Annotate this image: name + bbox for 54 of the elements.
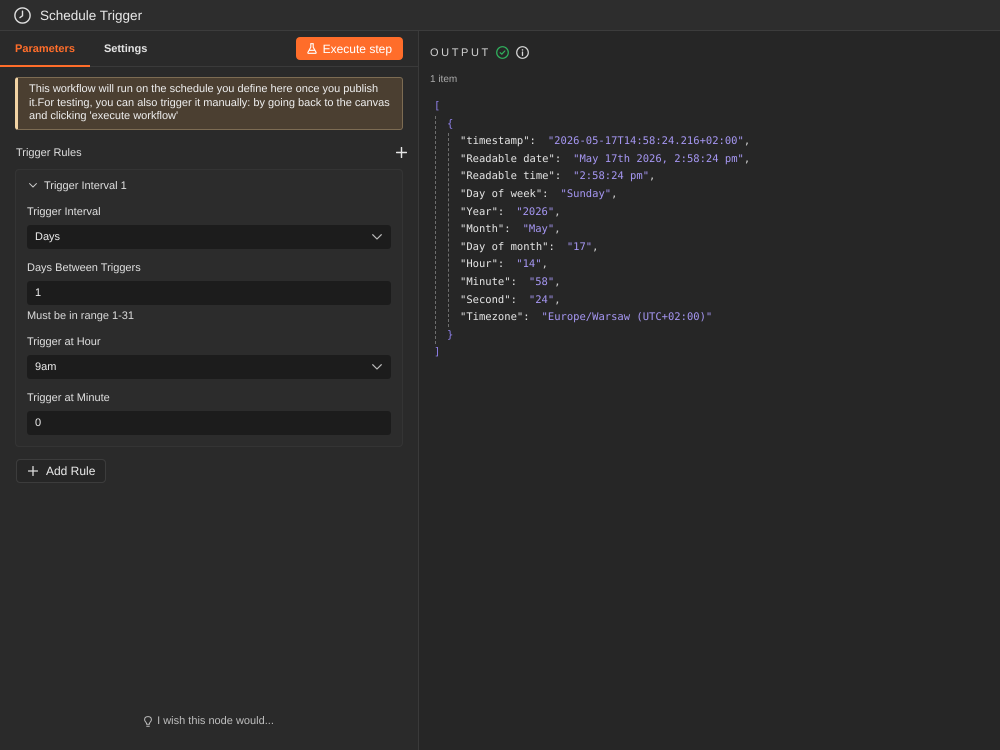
section-label: Trigger Rules [16,146,82,158]
clock-icon [14,6,31,24]
flask-icon [306,43,317,54]
chevron-down-icon [372,364,382,370]
json-value: "2026", [516,204,561,220]
json-value: "Sunday", [560,186,618,202]
plus-icon [28,466,38,476]
json-key: "Month": [460,221,511,239]
tab[interactable]: Settings [90,31,162,67]
add-rule-button[interactable]: Add Rule [16,458,106,482]
json-key: "Timezone": [460,309,530,327]
dropdown[interactable]: Days [27,224,391,248]
json-key: "Readable time": [460,168,562,186]
dropdown[interactable]: 9am [27,354,391,378]
json-bracket: [ [434,99,440,114]
input-field[interactable]: 1 [27,280,391,304]
json-value: "May", [522,222,561,238]
json-value: "2:58:24 pm", [573,169,656,184]
feedback-link[interactable]: I wish this node would... [144,715,274,727]
json-value: "May 17th 2026, 2:58:24 pm", [573,152,750,167]
field-label: Trigger Interval [27,206,101,218]
json-key: "Readable date": [460,150,562,168]
input-field[interactable]: 0 [27,410,391,434]
json-key: "Second": [460,292,517,310]
json-value: "24", [528,292,561,308]
json-value: "58", [528,274,561,290]
field-hint: Must be in range 1-31 [27,310,134,322]
chevron-down-icon [372,234,382,240]
item-count: 1 item [430,74,458,85]
field-label: Days Between Triggers [27,262,141,274]
json-value: "17", [566,240,598,255]
field-label: Trigger at Minute [27,392,110,404]
info-notice: This workflow will run on the schedule you define here once you publish it.For testing, you can also trigger it manually: by going back to the canvas and clicking 'execute workflow' [15,77,403,130]
node-title: Schedule Trigger [40,8,142,22]
field-label: Trigger at Hour [27,336,101,348]
json-key: "Year": [460,204,504,222]
lightbulb-icon [144,716,152,726]
json-value: "2026-05-17T14:58:24.216+02:00", [548,134,750,150]
add-button[interactable] [396,147,407,158]
json-key: "timestamp": [460,133,536,151]
json-value: "Europe/Warsaw (UTC+02:00)" [542,310,712,326]
json-key: "Hour": [460,256,504,274]
json-key: "Day of week": [460,186,549,204]
json-value: "14", [516,257,548,272]
rule-title[interactable]: Trigger Interval 1 [44,180,127,192]
output-title: OUTPUT [430,46,491,58]
info-icon [516,46,529,59]
json-bracket: { [447,116,454,132]
json-bracket: } [447,328,454,343]
json-key: "Day of month": [460,238,555,256]
tab[interactable]: Parameters [0,31,90,67]
json-key: "Minute": [460,274,517,292]
plus-icon [396,147,407,158]
json-bracket: ] [434,345,440,360]
